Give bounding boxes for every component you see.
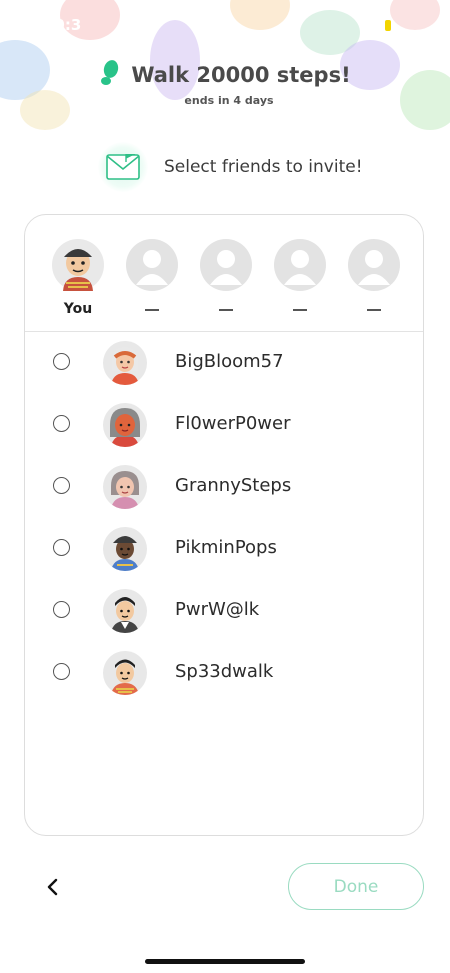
status-time: 10:3	[44, 16, 82, 34]
slot-empty[interactable]	[199, 239, 253, 311]
friend-name: Fl0werP0wer	[175, 413, 291, 434]
slot-empty-dash	[145, 309, 159, 311]
friend-name: PwrW@lk	[175, 599, 260, 620]
friend-row[interactable]: PikminPops	[25, 523, 423, 575]
friend-avatar	[103, 527, 147, 571]
friend-avatar	[103, 651, 147, 695]
friend-row[interactable]: PwrW@lk	[25, 585, 423, 637]
friend-avatar	[103, 589, 147, 633]
back-button[interactable]	[40, 874, 64, 900]
slot-label: You	[63, 301, 93, 317]
done-button[interactable]: Done	[288, 863, 424, 910]
challenge-title: Walk 20000 steps!	[131, 63, 351, 87]
slot-you: You	[51, 239, 105, 319]
friend-row[interactable]: GrannySteps	[25, 461, 423, 513]
footprint-icon	[99, 60, 121, 90]
slot-empty-dash	[219, 309, 233, 311]
empty-avatar-icon	[274, 239, 326, 291]
empty-avatar-icon	[200, 239, 252, 291]
friend-row[interactable]: BigBloom57	[25, 337, 423, 389]
select-radio[interactable]	[53, 353, 70, 370]
status-indicator	[385, 20, 391, 31]
select-radio[interactable]	[53, 601, 70, 618]
you-avatar	[52, 239, 104, 291]
friend-name: BigBloom57	[175, 351, 284, 372]
friend-name: Sp33dwalk	[175, 661, 274, 682]
slot-empty[interactable]	[273, 239, 327, 311]
slot-empty[interactable]	[125, 239, 179, 311]
friend-row[interactable]: Fl0werP0wer	[25, 399, 423, 451]
friend-avatar	[103, 403, 147, 447]
slot-empty[interactable]	[347, 239, 401, 311]
friend-avatar	[103, 465, 147, 509]
chevron-left-icon	[47, 878, 58, 896]
home-indicator	[145, 959, 305, 964]
invite-slots: You	[25, 215, 423, 332]
empty-avatar-icon	[348, 239, 400, 291]
friend-name: GrannySteps	[175, 475, 292, 496]
select-radio[interactable]	[53, 477, 70, 494]
envelope-icon	[98, 142, 148, 192]
friend-name: PikminPops	[175, 537, 277, 558]
invite-label: Select friends to invite!	[164, 157, 363, 177]
select-radio[interactable]	[53, 663, 70, 680]
challenge-header: Walk 20000 steps! ends in 4 days	[0, 60, 450, 107]
empty-avatar-icon	[126, 239, 178, 291]
slot-empty-dash	[293, 309, 307, 311]
select-radio[interactable]	[53, 539, 70, 556]
friend-picker-card: You BigBloom57 Fl0werP0wer GrannySteps P…	[24, 214, 424, 836]
invite-prompt: Select friends to invite!	[98, 142, 363, 192]
friend-row[interactable]: Sp33dwalk	[25, 647, 423, 699]
challenge-deadline: ends in 4 days	[184, 94, 274, 107]
select-radio[interactable]	[53, 415, 70, 432]
friend-avatar	[103, 341, 147, 385]
slot-empty-dash	[367, 309, 381, 311]
